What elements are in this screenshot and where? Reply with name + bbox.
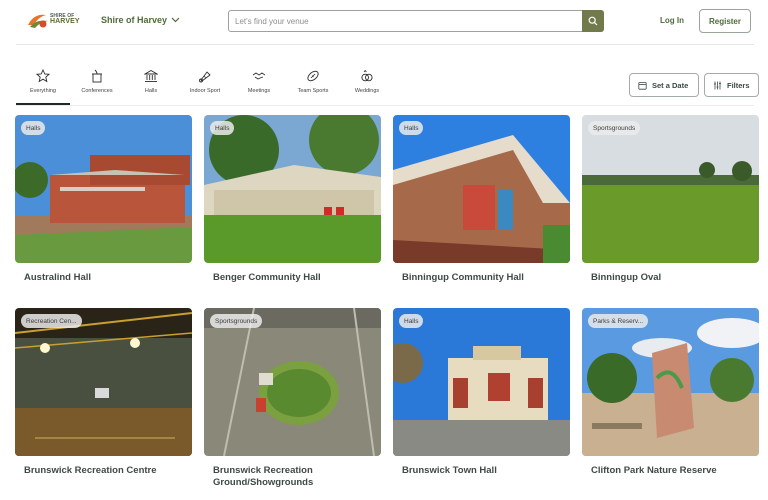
category-tag: Halls xyxy=(210,121,235,135)
sliders-icon xyxy=(714,81,721,89)
category-halls[interactable]: Halls xyxy=(124,66,178,106)
category-label: Indoor Sport xyxy=(189,88,221,94)
venue-card[interactable]: Halls Binningup Community Hall xyxy=(393,115,570,284)
venue-photo[interactable]: Recreation Cen... xyxy=(15,308,192,456)
category-tag: Parks & Reserv... xyxy=(588,314,649,328)
venue-card[interactable]: Sportsgrounds Brunswick Recreation Groun… xyxy=(204,308,381,489)
venue-photo[interactable]: Halls xyxy=(393,308,570,456)
category-label: Team Sports xyxy=(297,88,329,94)
venue-title[interactable]: Australind Hall xyxy=(15,272,192,284)
category-label: Conferences xyxy=(81,88,113,94)
category-indoor-sport[interactable]: Indoor Sport xyxy=(178,66,232,106)
filters-label: Filters xyxy=(727,80,750,90)
venue-title[interactable]: Brunswick Town Hall xyxy=(393,465,570,477)
category-everything[interactable]: Everything xyxy=(16,66,70,106)
venue-title[interactable]: Brunswick Recreation Centre xyxy=(15,465,192,477)
category-tag: Halls xyxy=(21,121,46,135)
category-divider xyxy=(16,105,754,106)
venue-title[interactable]: Binningup Oval xyxy=(582,272,759,284)
category-label: Everything xyxy=(30,88,56,94)
category-label: Meetings xyxy=(247,88,271,94)
venue-title[interactable]: Benger Community Hall xyxy=(204,272,381,284)
venue-title[interactable]: Brunswick Recreation Ground/Showgrounds xyxy=(204,465,381,489)
shuttlecock-icon xyxy=(199,71,211,83)
venue-card[interactable]: Sportsgrounds Binningup Oval xyxy=(582,115,759,284)
venue-photo[interactable]: Halls xyxy=(393,115,570,263)
star-icon xyxy=(36,69,50,83)
search-input[interactable] xyxy=(229,11,582,31)
filters-button[interactable]: Filters xyxy=(704,73,759,97)
venue-card[interactable]: Halls Benger Community Hall xyxy=(204,115,381,284)
venue-card[interactable]: Halls Brunswick Town Hall xyxy=(393,308,570,477)
venue-card[interactable]: Halls Australind Hall xyxy=(15,115,192,284)
shire-logo[interactable]: SHIRE OF HARVEY xyxy=(26,10,80,32)
venue-photo[interactable]: Halls xyxy=(15,115,192,263)
venue-photo[interactable]: Parks & Reserv... xyxy=(582,308,759,456)
shire-selector-label: Shire of Harvey xyxy=(101,15,168,25)
category-tag: Sportsgrounds xyxy=(588,121,641,135)
category-tag: Halls xyxy=(399,314,424,328)
category-label: Weddings xyxy=(354,88,380,94)
active-category-indicator xyxy=(16,103,70,105)
category-tag: Halls xyxy=(399,121,424,135)
venue-title[interactable]: Clifton Park Nature Reserve xyxy=(582,465,759,477)
category-conferences[interactable]: Conferences xyxy=(70,66,124,106)
venue-card[interactable]: Parks & Reserv... Clifton Park Nature Re… xyxy=(582,308,759,477)
category-tag: Recreation Cen... xyxy=(21,314,82,328)
venue-photo[interactable]: Halls xyxy=(204,115,381,263)
category-label: Halls xyxy=(144,88,158,94)
category-bar: Everything Conferences Halls Indoor Spor… xyxy=(16,66,394,106)
search-icon xyxy=(588,16,598,26)
building-icon xyxy=(144,69,158,82)
search-bar xyxy=(228,10,604,32)
venue-title[interactable]: Binningup Community Hall xyxy=(393,272,570,284)
handshake-icon xyxy=(252,72,266,80)
venue-card[interactable]: Recreation Cen... Brunswick Recreation C… xyxy=(15,308,192,477)
header: SHIRE OF HARVEY Shire of Harvey Log In R… xyxy=(0,0,768,44)
login-link[interactable]: Log In xyxy=(660,16,684,25)
chevron-down-icon xyxy=(171,17,180,23)
category-meetings[interactable]: Meetings xyxy=(232,66,286,106)
header-divider xyxy=(16,44,754,45)
football-icon xyxy=(307,70,319,82)
category-team-sports[interactable]: Team Sports xyxy=(286,66,340,106)
podium-icon xyxy=(92,69,102,83)
logo-mark-icon xyxy=(28,14,48,28)
set-date-button[interactable]: Set a Date xyxy=(629,73,699,97)
register-button[interactable]: Register xyxy=(699,9,751,33)
search-button[interactable] xyxy=(582,10,604,32)
shire-selector[interactable]: Shire of Harvey xyxy=(101,15,180,25)
venue-photo[interactable]: Sportsgrounds xyxy=(582,115,759,263)
venue-photo[interactable]: Sportsgrounds xyxy=(204,308,381,456)
rings-icon xyxy=(361,69,373,82)
logo-text: SHIRE OF HARVEY xyxy=(50,13,80,25)
calendar-icon xyxy=(638,81,647,90)
logo-text-big: HARVEY xyxy=(50,18,80,25)
category-tag: Sportsgrounds xyxy=(210,314,263,328)
set-date-label: Set a Date xyxy=(652,80,689,90)
category-weddings[interactable]: Weddings xyxy=(340,66,394,106)
